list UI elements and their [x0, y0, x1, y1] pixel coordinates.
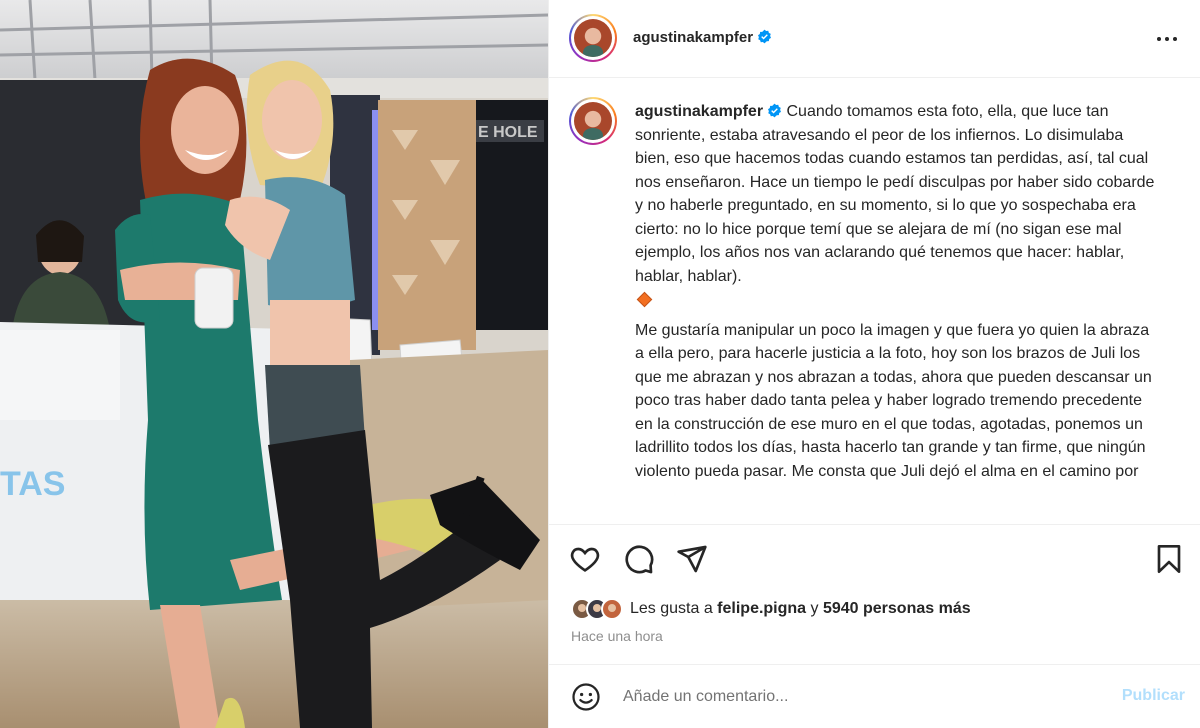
post-timestamp[interactable]: Hace una hora [571, 628, 663, 644]
emoji-icon[interactable] [571, 682, 601, 712]
header-username[interactable]: agustinakampfer [633, 29, 772, 46]
comment-input[interactable] [623, 683, 1073, 711]
heart-icon[interactable] [569, 543, 601, 575]
post-details-panel: agustinakampfer agustinakampfer Cuando t… [548, 0, 1200, 728]
comment-icon[interactable] [623, 543, 655, 575]
likes-text: Les gusta a felipe.pigna y 5940 personas… [630, 600, 971, 618]
caption-avatar[interactable] [569, 97, 617, 145]
post-photo: E HOLE TAS [0, 0, 548, 728]
svg-text:E HOLE: E HOLE [478, 124, 538, 141]
caption-text-2: Me gustaría manipular un poco la imagen … [635, 321, 1152, 480]
likes-count-link[interactable]: 5940 personas más [823, 600, 971, 617]
svg-text:TAS: TAS [0, 465, 65, 503]
post-header: agustinakampfer [549, 0, 1200, 78]
liker-avatar[interactable] [601, 598, 623, 620]
comment-composer: Publicar [549, 664, 1200, 728]
bookmark-icon[interactable] [1153, 543, 1185, 575]
profile-avatar[interactable] [569, 14, 617, 62]
likes-middle: y [806, 600, 823, 617]
verified-badge-icon [768, 103, 782, 118]
caption-username[interactable]: agustinakampfer [635, 103, 763, 120]
orange-diamond-icon [636, 291, 653, 308]
likes-prefix: Les gusta a [630, 600, 718, 617]
caption-text-1: Cuando tomamos esta foto, ella, que luce… [635, 103, 1155, 285]
caption-area: agustinakampfer Cuando tomamos esta foto… [549, 79, 1200, 523]
more-options-icon[interactable] [1155, 27, 1179, 51]
header-username-text[interactable]: agustinakampfer [633, 29, 753, 46]
post-image[interactable]: E HOLE TAS [0, 0, 548, 728]
likes-user-link[interactable]: felipe.pigna [717, 600, 806, 617]
send-icon[interactable] [676, 543, 708, 575]
verified-badge-icon [758, 29, 772, 44]
likes-row: Les gusta a felipe.pigna y 5940 personas… [571, 596, 971, 622]
action-bar [549, 524, 1200, 594]
post-caption: agustinakampfer Cuando tomamos esta foto… [635, 100, 1155, 483]
publish-button[interactable]: Publicar [1122, 687, 1185, 705]
